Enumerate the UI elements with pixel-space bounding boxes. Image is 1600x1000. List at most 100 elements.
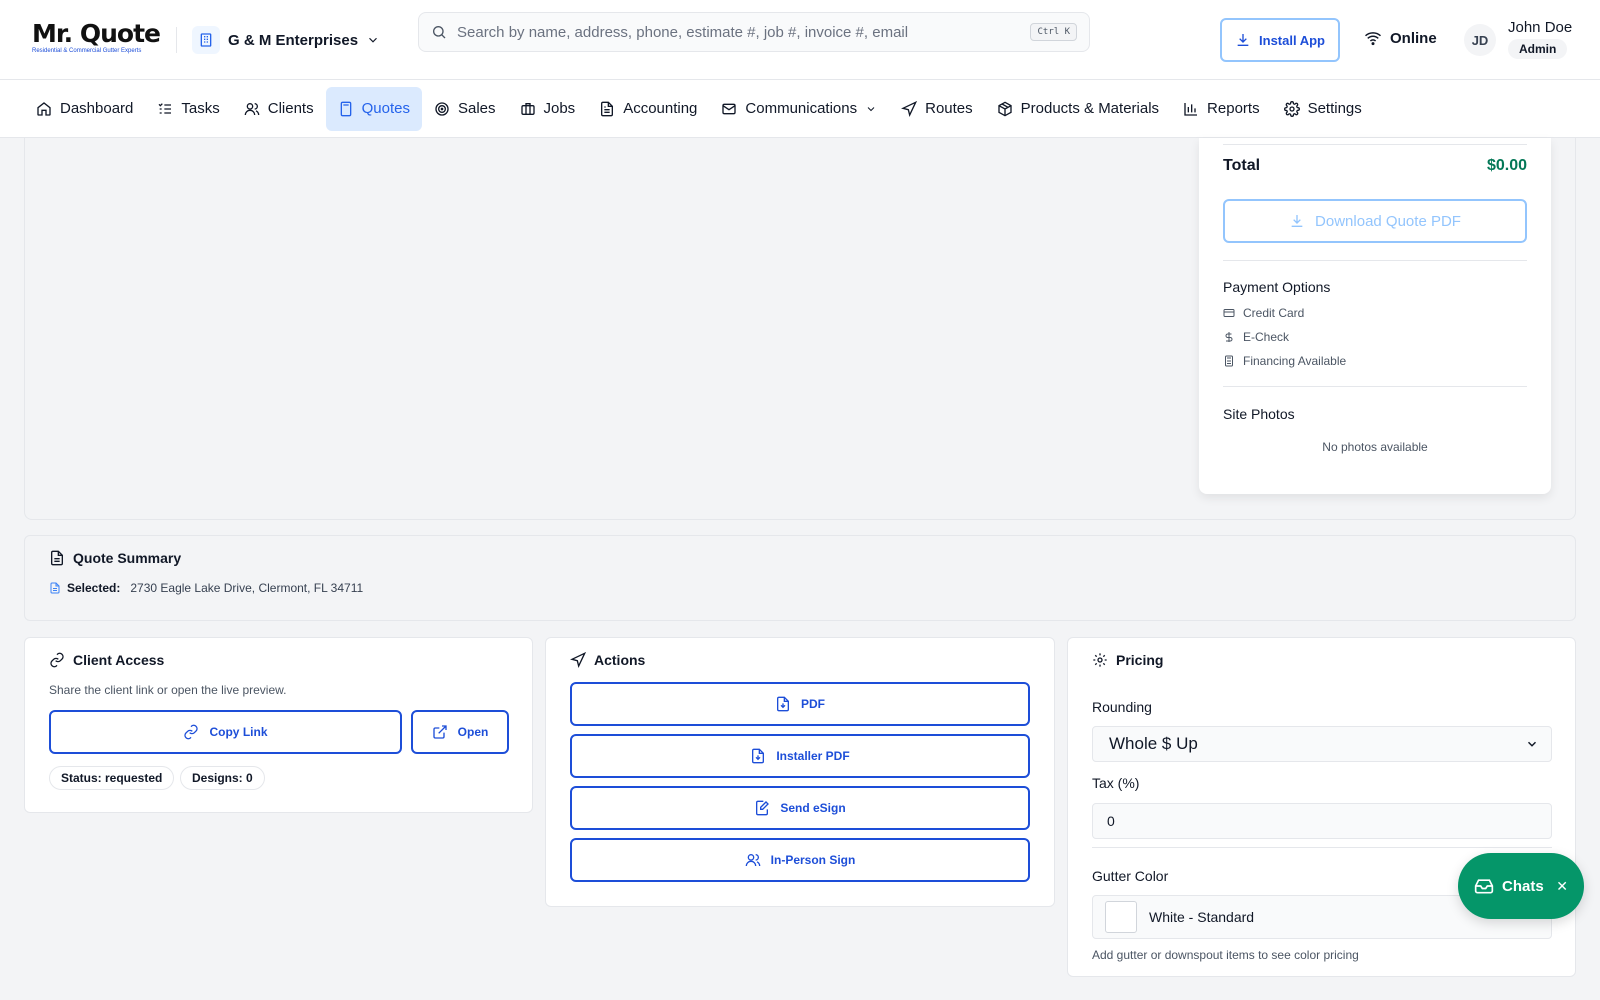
gutter-color-label: Gutter Color bbox=[1092, 868, 1169, 884]
designs-badge: Designs: 0 bbox=[180, 766, 265, 790]
company-name: G & M Enterprises bbox=[228, 31, 359, 49]
gutter-color-hint: Add gutter or downspout items to see col… bbox=[1092, 948, 1359, 962]
file-icon bbox=[49, 582, 61, 594]
chats-button[interactable]: Chats ✕ bbox=[1458, 853, 1584, 919]
nav-item-tasks[interactable]: Tasks bbox=[145, 87, 231, 131]
tax-input[interactable] bbox=[1092, 803, 1552, 839]
download-quote-pdf-button[interactable]: Download Quote PDF bbox=[1223, 199, 1527, 243]
installer-pdf-label: Installer PDF bbox=[776, 749, 850, 763]
status-label: Online bbox=[1390, 29, 1437, 47]
file-download-icon bbox=[750, 748, 766, 764]
nav-item-quotes[interactable]: Quotes bbox=[325, 86, 422, 131]
calculator-icon bbox=[338, 101, 354, 117]
total-value: $0.00 bbox=[1486, 157, 1527, 174]
brand-logo[interactable]: Mr. Quote Residential & Commercial Gutte… bbox=[32, 20, 162, 55]
nav-item-dashboard[interactable]: Dashboard bbox=[24, 87, 145, 131]
payment-option-label: Financing Available bbox=[1243, 354, 1347, 368]
no-photos-message: No photos available bbox=[1322, 440, 1428, 454]
open-label: Open bbox=[457, 725, 489, 739]
nav-item-sales[interactable]: Sales bbox=[422, 87, 508, 131]
nav-item-settings[interactable]: Settings bbox=[1272, 87, 1374, 131]
nav-label: Jobs bbox=[543, 100, 576, 117]
in-person-sign-label: In-Person Sign bbox=[770, 853, 856, 867]
nav-label: Products & Materials bbox=[1020, 100, 1160, 117]
bar-chart-icon bbox=[1183, 101, 1199, 117]
external-link-icon bbox=[432, 724, 448, 740]
quote-summary-header: Quote Summary bbox=[49, 550, 181, 566]
avatar[interactable]: JD bbox=[1464, 24, 1496, 56]
copy-link-button[interactable]: Copy Link bbox=[49, 710, 402, 754]
divider bbox=[1223, 144, 1527, 145]
in-person-sign-button[interactable]: In-Person Sign bbox=[570, 838, 1030, 882]
total-label: Total bbox=[1223, 157, 1261, 174]
installer-pdf-button[interactable]: Installer PDF bbox=[570, 734, 1030, 778]
brand-tagline: Residential & Commercial Gutter Experts bbox=[32, 48, 142, 54]
nav-item-clients[interactable]: Clients bbox=[232, 87, 326, 131]
selected-address: 2730 Eagle Lake Drive, Clermont, FL 3471… bbox=[130, 581, 364, 595]
chevron-down-icon bbox=[1525, 737, 1539, 751]
tax-label: Tax (%) bbox=[1092, 775, 1140, 791]
inbox-icon bbox=[1474, 876, 1494, 896]
global-search[interactable]: Ctrl K bbox=[418, 12, 1090, 52]
rounding-select[interactable]: Whole $ Up bbox=[1092, 726, 1552, 762]
actions-header: Actions bbox=[570, 652, 645, 668]
payment-options-list: Credit Card E-Check Financing Available bbox=[1223, 301, 1527, 373]
target-icon bbox=[434, 101, 450, 117]
actions-title: Actions bbox=[594, 652, 646, 668]
gear-icon bbox=[1092, 652, 1108, 668]
install-app-button[interactable]: Install App bbox=[1220, 18, 1340, 62]
open-preview-button[interactable]: Open bbox=[411, 710, 509, 754]
selected-label: Selected: bbox=[67, 581, 121, 595]
nav-label: Sales bbox=[457, 100, 496, 117]
file-download-icon bbox=[775, 696, 791, 712]
nav-item-accounting[interactable]: Accounting bbox=[587, 87, 709, 131]
color-swatch bbox=[1105, 901, 1137, 933]
client-access-card: Client Access Share the client link or o… bbox=[24, 637, 533, 813]
pricing-card: Pricing Rounding Whole $ Up Tax (%) Gutt… bbox=[1067, 637, 1576, 977]
pdf-label: PDF bbox=[801, 697, 825, 711]
list-check-icon bbox=[157, 101, 173, 117]
search-input[interactable] bbox=[457, 23, 1031, 41]
package-icon bbox=[997, 101, 1013, 117]
company-switcher[interactable]: G & M Enterprises bbox=[192, 25, 380, 55]
send-esign-label: Send eSign bbox=[780, 801, 846, 815]
nav-item-routes[interactable]: Routes bbox=[889, 87, 985, 131]
payment-option: Financing Available bbox=[1223, 349, 1527, 373]
users-icon bbox=[244, 101, 260, 117]
link-icon bbox=[49, 652, 65, 668]
actions-card: Actions PDF Installer PDF Send eSign In-… bbox=[545, 637, 1055, 907]
divider bbox=[1092, 847, 1552, 848]
close-icon[interactable]: ✕ bbox=[1556, 878, 1568, 895]
download-icon bbox=[1289, 213, 1305, 229]
dollar-icon bbox=[1223, 331, 1235, 343]
nav-item-products[interactable]: Products & Materials bbox=[985, 87, 1171, 131]
divider bbox=[1223, 260, 1527, 261]
chats-label: Chats bbox=[1502, 877, 1544, 895]
file-text-icon bbox=[599, 101, 615, 117]
nav-label: Clients bbox=[267, 100, 314, 117]
site-photos-title: Site Photos bbox=[1223, 406, 1295, 422]
nav-label: Tasks bbox=[181, 100, 220, 117]
send-esign-button[interactable]: Send eSign bbox=[570, 786, 1030, 830]
quote-summary-title: Quote Summary bbox=[73, 550, 182, 566]
nav-item-reports[interactable]: Reports bbox=[1171, 87, 1272, 131]
users-icon bbox=[745, 852, 761, 868]
client-access-header: Client Access bbox=[49, 652, 164, 668]
pricing-header: Pricing bbox=[1092, 652, 1163, 668]
mail-icon bbox=[721, 101, 737, 117]
link-icon bbox=[183, 724, 199, 740]
chevron-down-icon bbox=[366, 33, 380, 47]
divider bbox=[1223, 386, 1527, 387]
payment-options-title: Payment Options bbox=[1223, 279, 1331, 295]
building-icon bbox=[192, 26, 220, 54]
nav-item-communications[interactable]: Communications bbox=[709, 87, 889, 131]
nav-item-jobs[interactable]: Jobs bbox=[508, 87, 588, 131]
file-signature-icon bbox=[754, 800, 770, 816]
gear-icon bbox=[1283, 100, 1300, 117]
chevron-down-icon bbox=[865, 103, 877, 115]
client-access-title: Client Access bbox=[73, 652, 165, 668]
send-icon bbox=[570, 652, 586, 668]
user-role-badge: Admin bbox=[1508, 39, 1568, 59]
total-row: Total $0.00 bbox=[1223, 157, 1527, 175]
pdf-button[interactable]: PDF bbox=[570, 682, 1030, 726]
